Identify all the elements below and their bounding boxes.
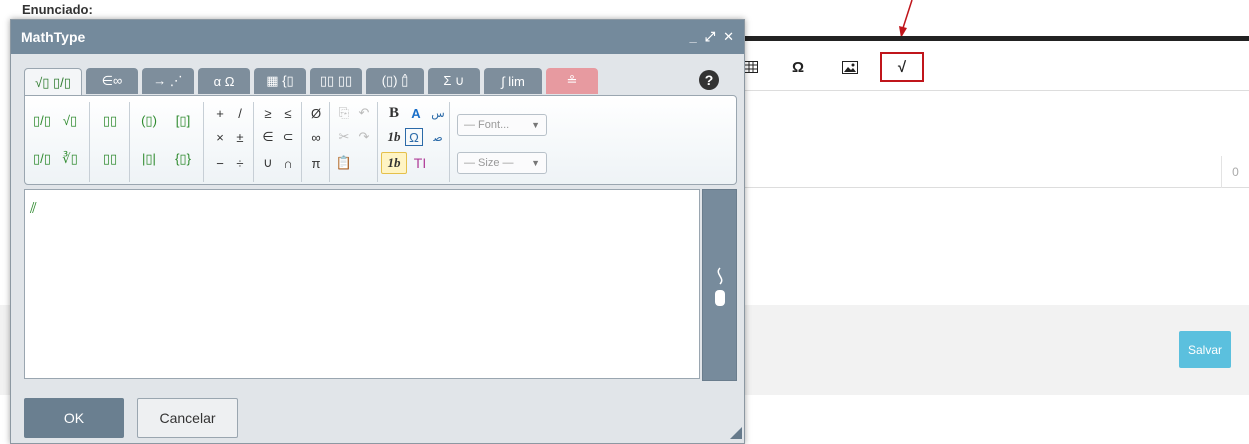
text-mode-button[interactable]: TI — [409, 152, 431, 174]
cursor-placeholder: ⫽ — [30, 200, 37, 217]
editor-toolbar: Ω √ — [736, 41, 1249, 91]
nth-root-button[interactable]: ∛▯ — [59, 148, 81, 170]
times-button[interactable]: × — [209, 126, 231, 148]
divider — [203, 102, 204, 182]
redo-icon[interactable]: ↷ — [353, 126, 375, 148]
arabic-icon[interactable]: ﺻ — [427, 126, 449, 148]
absolute-value-button[interactable]: |▯| — [135, 148, 163, 170]
infinity-button[interactable]: ∞ — [305, 126, 327, 148]
parentheses-button[interactable]: (▯) — [135, 110, 163, 132]
red-arrow-annotation — [899, 0, 913, 38]
tab-arrows[interactable]: → ⋰ — [142, 68, 194, 94]
divider — [301, 102, 302, 182]
intersection-button[interactable]: ∩ — [277, 152, 299, 174]
mathtype-dialog: MathType _ ⤢ ✕ √▯ ▯/▯ ∈∞ → ⋰ α Ω ▦ {▯ ▯▯… — [10, 19, 745, 444]
dialog-title: MathType — [21, 29, 86, 45]
dialog-titlebar[interactable]: MathType — [11, 20, 744, 54]
special-character-button[interactable]: Ω — [784, 53, 812, 81]
tab-big-operators[interactable]: Σ ∪ — [428, 68, 480, 94]
omega-icon: Ω — [791, 58, 805, 76]
close-icon[interactable]: ✕ — [723, 29, 734, 45]
resize-handle[interactable] — [730, 427, 742, 439]
rtl-icon[interactable]: ﺱ — [427, 102, 449, 124]
tab-greek[interactable]: α Ω — [198, 68, 250, 94]
divider — [377, 102, 378, 182]
divider — [89, 102, 90, 182]
cut-icon[interactable]: ✂ — [333, 126, 355, 148]
image-icon[interactable] — [836, 53, 864, 81]
char-counter: 0 — [1221, 156, 1249, 188]
maximize-icon[interactable]: ⤢ — [705, 29, 715, 45]
divider — [449, 102, 450, 182]
window-controls: _ ⤢ ✕ — [689, 29, 734, 45]
rich-text-editor: Ω √ 0 — [735, 36, 1249, 188]
handwriting-toggle[interactable] — [702, 189, 737, 381]
slash-button[interactable]: / — [229, 102, 251, 124]
paste-icon[interactable]: 📋 — [333, 152, 355, 174]
tab-scripts[interactable]: ▯▯ ▯▯ — [310, 68, 362, 94]
divider — [129, 102, 130, 182]
plus-minus-button[interactable]: ± — [229, 126, 251, 148]
subscript-button[interactable]: ▯▯ — [99, 148, 121, 170]
divider — [253, 102, 254, 182]
plus-button[interactable]: + — [209, 102, 231, 124]
superscript-button[interactable]: ▯▯ — [99, 110, 121, 132]
sqrt-button[interactable]: √▯ — [59, 110, 81, 132]
tab-general[interactable]: √▯ ▯/▯ — [24, 68, 82, 96]
heading-enunciado: Enunciado: — [22, 2, 93, 17]
minus-button[interactable]: − — [209, 152, 231, 174]
formula-editor[interactable]: ⫽ — [24, 189, 700, 379]
font-dropdown-label: — Font... — [464, 119, 510, 131]
hand-icon — [715, 267, 725, 306]
greater-equal-button[interactable]: ≥ — [257, 102, 279, 124]
tab-symbols[interactable]: ∈∞ — [86, 68, 138, 94]
union-button[interactable]: ∪ — [257, 152, 279, 174]
chevron-down-icon: ▼ — [531, 158, 540, 168]
font-dropdown[interactable]: — Font... ▼ — [457, 114, 547, 136]
subset-button[interactable]: ⊂ — [277, 126, 299, 148]
tab-decorations[interactable]: (▯) ▯̂ — [366, 68, 424, 94]
color-button[interactable]: A — [405, 102, 427, 124]
less-equal-button[interactable]: ≤ — [277, 102, 299, 124]
omega-box-button[interactable]: Ω — [405, 128, 423, 146]
fraction-button[interactable]: ▯/▯ — [31, 110, 53, 132]
braces-button[interactable]: {▯} — [169, 148, 197, 170]
element-of-button[interactable]: ∈ — [257, 126, 279, 148]
symbol-tabs: √▯ ▯/▯ ∈∞ → ⋰ α Ω ▦ {▯ ▯▯ ▯▯ (▯) ▯̂ Σ ∪ … — [24, 68, 598, 96]
divider — [329, 102, 330, 182]
bevel-fraction-button[interactable]: ▯/▯ — [31, 148, 53, 170]
pi-button[interactable]: π — [305, 152, 327, 174]
brackets-button[interactable]: [▯] — [169, 110, 197, 132]
symbol-toolbar: ▯/▯ √▯ ▯/▯ ∛▯ ▯▯ ▯▯ (▯) [▯] |▯| {▯} + / … — [24, 95, 737, 185]
help-icon[interactable]: ? — [699, 70, 719, 90]
save-button[interactable]: Salvar — [1179, 331, 1231, 368]
divide-button[interactable]: ÷ — [229, 152, 251, 174]
tab-contextual[interactable]: ≗ — [546, 68, 598, 94]
chevron-down-icon: ▼ — [531, 120, 540, 130]
empty-set-button[interactable]: Ø — [305, 102, 327, 124]
ok-button[interactable]: OK — [24, 398, 124, 438]
undo-icon[interactable]: ↶ — [353, 102, 375, 124]
size-dropdown[interactable]: — Size — ▼ — [457, 152, 547, 174]
size-dropdown-label: — Size — — [464, 157, 514, 169]
math-italic-button[interactable]: 1b — [381, 152, 407, 174]
copy-icon[interactable]: ⎘ — [333, 102, 355, 124]
bold-button[interactable]: B — [383, 102, 405, 124]
cancel-button[interactable]: Cancelar — [137, 398, 238, 438]
italic-button[interactable]: 1b — [383, 126, 405, 148]
mathtype-button[interactable]: √ — [880, 52, 924, 82]
tab-matrices[interactable]: ▦ {▯ — [254, 68, 306, 94]
tab-calculus[interactable]: ∫ lim — [484, 68, 542, 94]
sqrt-icon: √ — [897, 58, 907, 76]
minimize-icon[interactable]: _ — [689, 29, 696, 45]
